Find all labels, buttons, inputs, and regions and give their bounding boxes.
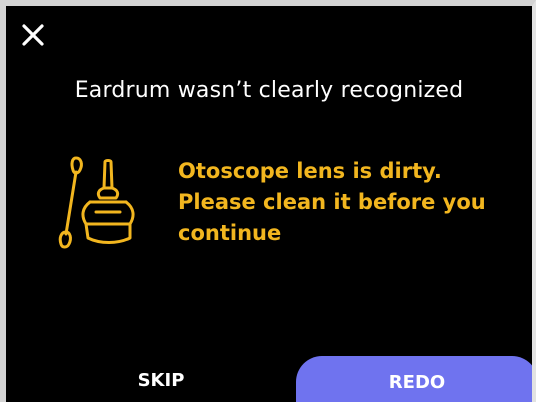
skip-button[interactable]: SKIP [76, 356, 246, 402]
close-icon [22, 24, 44, 46]
close-button[interactable] [18, 20, 48, 50]
otoscope-cleaning-icon [50, 154, 146, 254]
screen-title: Eardrum wasn’t clearly recognized [74, 78, 464, 103]
message-line: continue [178, 221, 282, 245]
result-screen: Eardrum wasn’t clearly recognized Otosco… [0, 0, 536, 402]
error-message: Otoscope lens is dirty. Please clean it … [178, 156, 528, 249]
message-line: Please clean it before you [178, 190, 486, 214]
message-line: Otoscope lens is dirty. [178, 159, 442, 183]
redo-button[interactable]: REDO [296, 356, 532, 402]
